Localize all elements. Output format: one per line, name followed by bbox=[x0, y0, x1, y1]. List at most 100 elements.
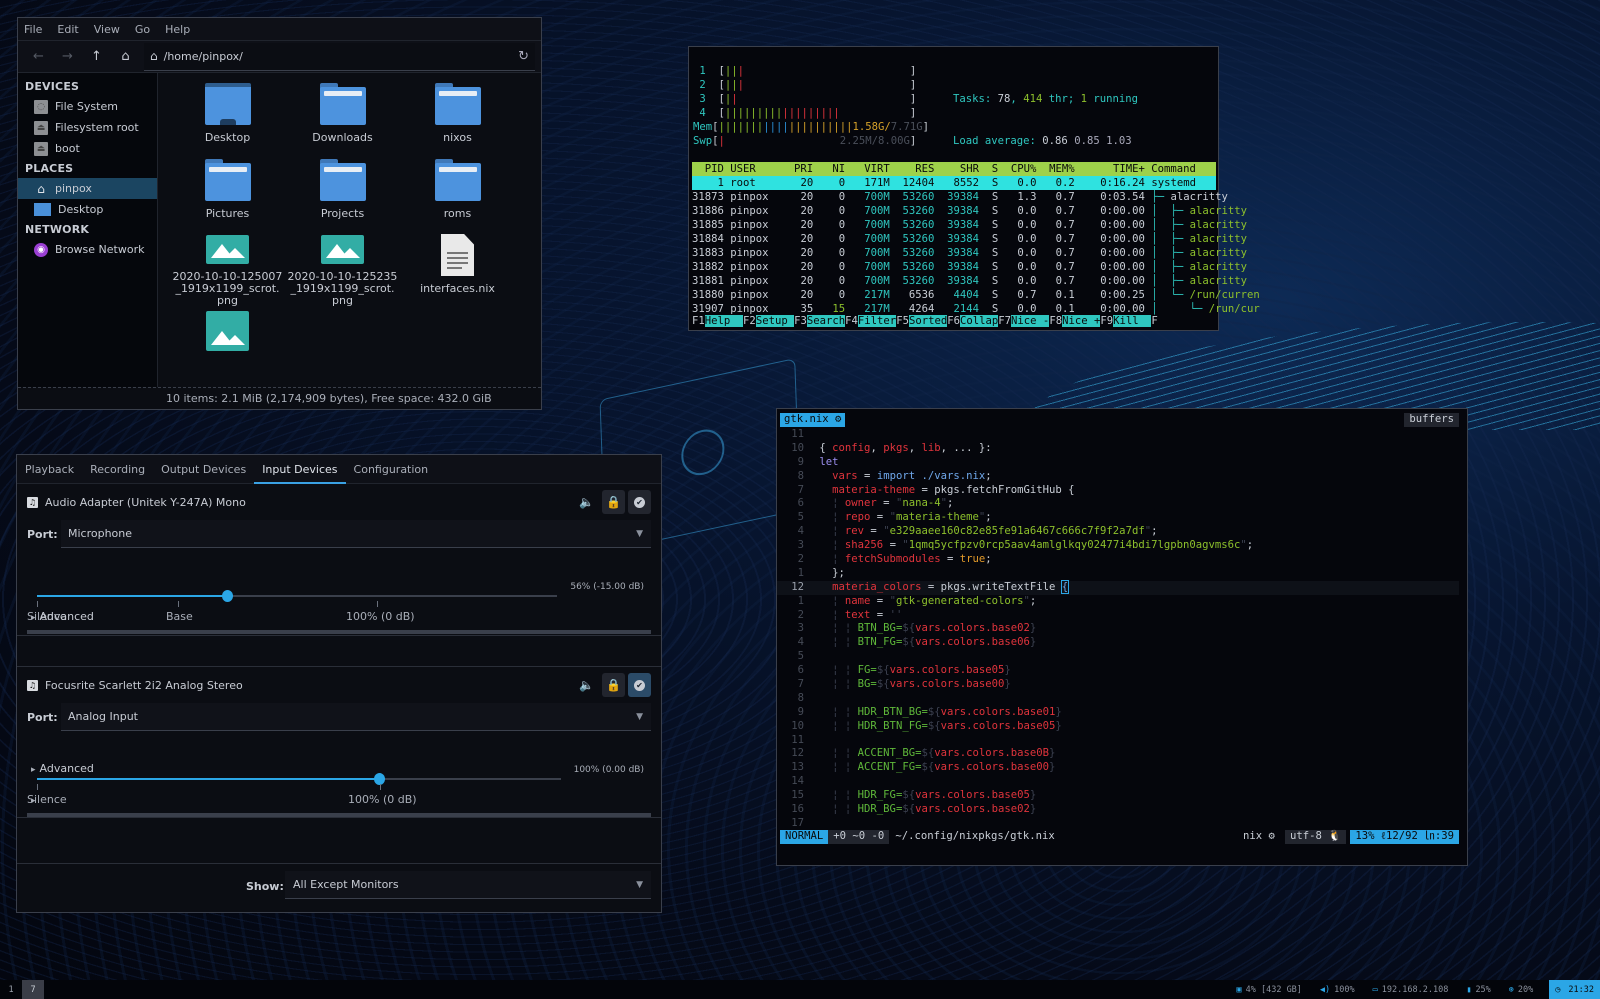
menu-view[interactable]: View bbox=[94, 23, 120, 36]
tab-input-devices[interactable]: Input Devices bbox=[254, 455, 346, 484]
up-arrow-icon[interactable]: ↑ bbox=[82, 49, 111, 64]
tick-label-100: 100% (0 dB) bbox=[346, 610, 415, 623]
sidebar-item-file-system[interactable]: ◌ File System bbox=[18, 96, 157, 117]
file-item-screenshot-2[interactable]: 2020-10-10-125235_1919x1199_scrot.png bbox=[285, 231, 400, 307]
process-command: alacritty bbox=[1189, 205, 1248, 217]
process-row[interactable]: 31882 pinpox 20 0 700M 53260 39384 S 0.0… bbox=[692, 260, 1247, 274]
sidebar-item-pinpox[interactable]: ⌂ pinpox bbox=[18, 178, 157, 199]
location-path[interactable]: /home/pinpox/ bbox=[164, 50, 243, 63]
code-token: ; bbox=[985, 511, 992, 524]
workspace-7[interactable]: 7 bbox=[22, 980, 44, 999]
file-manager-window: File Edit View Go Help ← → ↑ ⌂ ⌂ /home/p… bbox=[17, 17, 542, 410]
fkey-label[interactable]: Setup bbox=[755, 315, 795, 327]
cpu-meter: 2 [||| ] bbox=[693, 78, 929, 92]
menu-file[interactable]: File bbox=[24, 23, 42, 36]
reload-icon[interactable]: ↻ bbox=[518, 49, 529, 64]
buffer-tab[interactable]: gtk.nix ⚙ bbox=[780, 413, 846, 427]
file-item-image-3[interactable] bbox=[170, 307, 285, 383]
sidebar-item-filesystem-root[interactable]: ⏏ Filesystem root bbox=[18, 117, 157, 138]
file-item-projects[interactable]: Projects bbox=[285, 155, 400, 231]
menu-edit[interactable]: Edit bbox=[57, 23, 78, 36]
tasks-sep: , bbox=[1010, 93, 1024, 105]
sidebar-item-browse-network[interactable]: ◉ Browse Network bbox=[18, 239, 157, 260]
lock-channels-button[interactable]: 🔒 bbox=[602, 673, 625, 697]
show-filter-select[interactable]: All Except Monitors ▼ bbox=[285, 871, 651, 899]
sidebar-item-boot[interactable]: ⏏ boot bbox=[18, 138, 157, 159]
line-number: 11 bbox=[791, 428, 804, 440]
process-row[interactable]: 31884 pinpox 20 0 700M 53260 39384 S 0.0… bbox=[692, 232, 1247, 246]
function-key-bar: F1Help F2Setup F3SearchF4FilterF5SortedF… bbox=[692, 314, 1216, 328]
volume-slider-knob[interactable] bbox=[222, 590, 234, 602]
port-select[interactable]: Analog Input ▼ bbox=[61, 703, 651, 731]
buffer-tab-name: gtk.nix bbox=[784, 413, 829, 425]
peak-meter bbox=[27, 813, 651, 817]
file-item-roms[interactable]: roms bbox=[400, 155, 515, 231]
tab-output-devices[interactable]: Output Devices bbox=[153, 455, 254, 483]
workspace-1[interactable]: 1 bbox=[0, 980, 22, 999]
buffers-label[interactable]: buffers bbox=[1404, 413, 1459, 427]
fkey-label[interactable]: Filter bbox=[857, 315, 897, 327]
fkey-label[interactable]: Kill bbox=[1113, 315, 1152, 327]
sidebar-heading-places: PLACES bbox=[25, 162, 74, 175]
lock-channels-button[interactable]: 🔒 bbox=[602, 490, 625, 514]
volume-module[interactable]: ◀) 100% bbox=[1320, 985, 1355, 995]
fkey-label[interactable]: Sorted bbox=[908, 315, 948, 327]
advanced-expander-2[interactable]: Advanced bbox=[31, 762, 94, 775]
volume-slider[interactable] bbox=[37, 773, 561, 785]
process-row[interactable]: 31873 pinpox 20 0 700M 53260 39384 S 1.3… bbox=[692, 190, 1228, 204]
tab-playback[interactable]: Playback bbox=[17, 455, 82, 483]
location-bar[interactable]: ⌂ /home/pinpox/ ↻ bbox=[144, 42, 535, 71]
fkey-f4: F4 bbox=[845, 315, 858, 327]
tab-recording[interactable]: Recording bbox=[82, 455, 153, 483]
code-line: 5 ¦ repo = "materia-theme"; bbox=[777, 511, 1459, 525]
code-token: sha256 bbox=[844, 539, 884, 552]
clock[interactable]: ◷ 21:32 bbox=[1549, 980, 1600, 999]
forward-arrow-icon[interactable]: → bbox=[53, 49, 82, 64]
process-row[interactable]: 31885 pinpox 20 0 700M 53260 39384 S 0.0… bbox=[692, 218, 1247, 232]
home-icon[interactable]: ⌂ bbox=[111, 49, 140, 64]
sidebar-item-label: Desktop bbox=[58, 203, 104, 216]
file-item-nixos[interactable]: nixos bbox=[400, 79, 515, 155]
tab-configuration[interactable]: Configuration bbox=[346, 455, 437, 483]
code-token: = bbox=[940, 553, 960, 566]
process-row[interactable]: 31883 pinpox 20 0 700M 53260 39384 S 0.0… bbox=[692, 246, 1247, 260]
file-item-downloads[interactable]: Downloads bbox=[285, 79, 400, 155]
sidebar-item-desktop[interactable]: Desktop bbox=[18, 199, 157, 220]
mute-speaker-icon[interactable]: 🔈 bbox=[579, 678, 594, 692]
menu-go[interactable]: Go bbox=[135, 23, 150, 36]
back-arrow-icon[interactable]: ← bbox=[24, 49, 53, 64]
file-item-pictures[interactable]: Pictures bbox=[170, 155, 285, 231]
bracket: ] bbox=[909, 135, 917, 147]
fkey-label[interactable]: Help bbox=[704, 315, 744, 327]
process-pri: 20 bbox=[781, 275, 820, 287]
process-row[interactable]: 1 root 20 0 171M 12404 8552 S 0.0 0.2 0:… bbox=[692, 176, 1216, 190]
fkey-f8: F8 bbox=[1049, 315, 1063, 327]
volume-slider[interactable] bbox=[37, 590, 557, 602]
fkey-label[interactable]: Collap bbox=[960, 315, 999, 327]
set-default-button[interactable]: ✔ bbox=[628, 490, 651, 514]
mute-speaker-icon[interactable]: 🔈 bbox=[579, 495, 594, 509]
code-token: ¦ ¦ bbox=[819, 664, 858, 677]
process-virt: 700M bbox=[851, 275, 897, 287]
process-shr: 39384 bbox=[940, 247, 986, 259]
cursor-position: 13% ℓ12/92 ㏑:39 bbox=[1350, 830, 1459, 844]
process-res: 6536 bbox=[896, 289, 941, 301]
file-item-interfaces-nix[interactable]: interfaces.nix bbox=[400, 231, 515, 307]
file-item-screenshot-1[interactable]: 2020-10-10-125007_1919x1199_scrot.png bbox=[170, 231, 285, 307]
fkey-label[interactable]: Search bbox=[806, 315, 846, 327]
fkey-label[interactable]: Nice - bbox=[1011, 315, 1050, 327]
swap-meter: Swp[| 2.25M/8.00G] bbox=[693, 134, 929, 148]
process-row[interactable]: 31886 pinpox 20 0 700M 53260 39384 S 0.0… bbox=[692, 204, 1247, 218]
fkey-label[interactable]: Nice + bbox=[1062, 315, 1101, 327]
menu-help[interactable]: Help bbox=[165, 23, 190, 36]
file-item-desktop[interactable]: Desktop bbox=[170, 79, 285, 155]
drive-icon: ⏏ bbox=[34, 141, 48, 156]
process-row[interactable]: 31880 pinpox 20 0 217M 6536 4404 S 0.7 0… bbox=[692, 288, 1260, 302]
set-default-button[interactable]: ✔ bbox=[628, 673, 651, 697]
fkey-f1: F1 bbox=[692, 315, 705, 327]
advanced-expander-1[interactable]: Advanced bbox=[31, 610, 94, 623]
port-select[interactable]: Microphone ▼ bbox=[61, 520, 651, 548]
code-area[interactable]: 11 10 { config, pkgs, lib, ... }: 9 let 8 … bbox=[777, 428, 1459, 831]
process-row[interactable]: 31881 pinpox 20 0 700M 53260 39384 S 0.0… bbox=[692, 274, 1247, 288]
